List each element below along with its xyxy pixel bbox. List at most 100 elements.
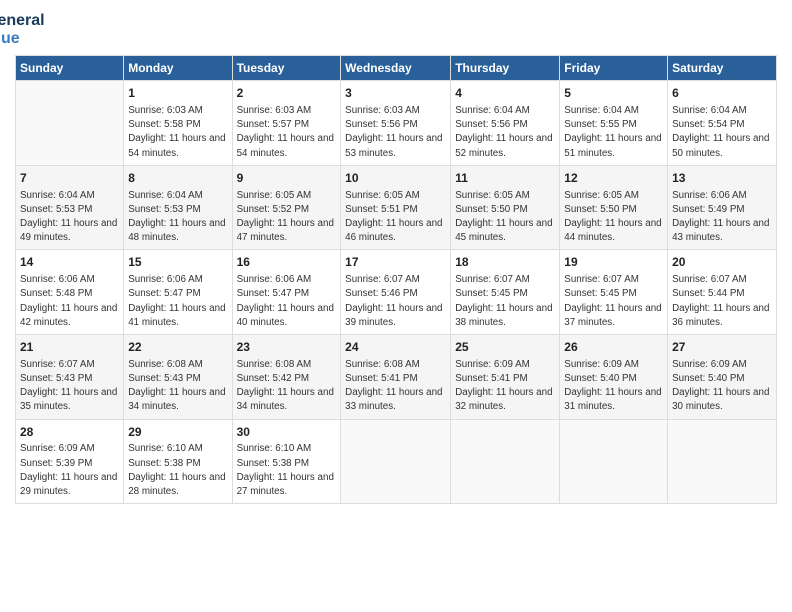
cell-w2-d3: 17 Sunrise: 6:07 AMSunset: 5:46 PMDayligh… [341, 250, 451, 335]
cell-w4-d6 [668, 419, 777, 504]
week-row-2: 14Sunrise: 6:06 AMSunset: 5:48 PMDayligh… [16, 250, 777, 335]
cell-w4-d0: 28Sunrise: 6:09 AMSunset: 5:39 PMDayligh… [16, 419, 124, 504]
day-number: 7 [20, 170, 119, 187]
header-row: SundayMondayTuesdayWednesdayThursdayFrid… [16, 56, 777, 81]
day-number: 8 [128, 170, 227, 187]
day-number: 28 [20, 424, 119, 441]
cell-w3-d0: 21 Sunrise: 6:07 AMSunset: 5:43 PMDayligh… [16, 335, 124, 420]
logo-text-general: General [0, 12, 45, 30]
cell-w1-d3: 10Sunrise: 6:05 AMSunset: 5:51 PMDayligh… [341, 165, 451, 250]
cell-w0-d6: 6 Sunrise: 6:04 AMSunset: 5:54 PMDaylight… [668, 81, 777, 166]
day-number: 13 [672, 170, 772, 187]
day-info: Sunrise: 6:03 AMSunset: 5:58 PMDaylight:… [128, 104, 227, 161]
cell-w2-d0: 14Sunrise: 6:06 AMSunset: 5:48 PMDayligh… [16, 250, 124, 335]
day-info: Sunrise: 6:04 AMSunset: 5:55 PMDaylight:… [564, 104, 663, 161]
col-sunday: Sunday [16, 56, 124, 81]
cell-w2-d6: 20 Sunrise: 6:07 AMSunset: 5:44 PMDayligh… [668, 250, 777, 335]
week-row-1: 7 Sunrise: 6:04 AMSunset: 5:53 PMDaylight… [16, 165, 777, 250]
cell-w0-d2: 2 Sunrise: 6:03 AMSunset: 5:57 PMDaylight… [232, 81, 341, 166]
day-info: Sunrise: 6:09 AMSunset: 5:41 PMDaylight:… [455, 358, 555, 415]
week-row-3: 21 Sunrise: 6:07 AMSunset: 5:43 PMDayligh… [16, 335, 777, 420]
cell-w3-d2: 23Sunrise: 6:08 AMSunset: 5:42 PMDayligh… [232, 335, 341, 420]
day-number: 2 [237, 85, 337, 102]
day-info: Sunrise: 6:03 AMSunset: 5:56 PMDaylight:… [345, 104, 446, 161]
cell-w4-d1: 29Sunrise: 6:10 AMSunset: 5:38 PMDayligh… [124, 419, 232, 504]
day-number: 29 [128, 424, 227, 441]
cell-w1-d6: 13 Sunrise: 6:06 AMSunset: 5:49 PMDayligh… [668, 165, 777, 250]
cell-w4-d5 [560, 419, 668, 504]
col-saturday: Saturday [668, 56, 777, 81]
day-number: 17 [345, 254, 446, 271]
day-info: Sunrise: 6:07 AMSunset: 5:46 PMDaylight:… [345, 273, 446, 330]
cell-w2-d1: 15 Sunrise: 6:06 AMSunset: 5:47 PMDayligh… [124, 250, 232, 335]
cell-w3-d4: 25Sunrise: 6:09 AMSunset: 5:41 PMDayligh… [451, 335, 560, 420]
cell-w0-d4: 4 Sunrise: 6:04 AMSunset: 5:56 PMDaylight… [451, 81, 560, 166]
cell-w3-d5: 26Sunrise: 6:09 AMSunset: 5:40 PMDayligh… [560, 335, 668, 420]
cell-w1-d4: 11Sunrise: 6:05 AMSunset: 5:50 PMDayligh… [451, 165, 560, 250]
cell-w1-d0: 7 Sunrise: 6:04 AMSunset: 5:53 PMDaylight… [16, 165, 124, 250]
day-info: Sunrise: 6:06 AMSunset: 5:47 PMDaylight:… [128, 273, 227, 330]
day-info: Sunrise: 6:07 AMSunset: 5:45 PMDaylight:… [455, 273, 555, 330]
cell-w0-d3: 3 Sunrise: 6:03 AMSunset: 5:56 PMDaylight… [341, 81, 451, 166]
day-number: 5 [564, 85, 663, 102]
cell-w1-d5: 12Sunrise: 6:05 AMSunset: 5:50 PMDayligh… [560, 165, 668, 250]
cell-w0-d5: 5 Sunrise: 6:04 AMSunset: 5:55 PMDaylight… [560, 81, 668, 166]
day-number: 10 [345, 170, 446, 187]
day-number: 19 [564, 254, 663, 271]
day-number: 27 [672, 339, 772, 356]
day-number: 20 [672, 254, 772, 271]
col-thursday: Thursday [451, 56, 560, 81]
day-info: Sunrise: 6:10 AMSunset: 5:38 PMDaylight:… [237, 442, 337, 499]
cell-w3-d6: 27 Sunrise: 6:09 AMSunset: 5:40 PMDayligh… [668, 335, 777, 420]
day-info: Sunrise: 6:04 AMSunset: 5:53 PMDaylight:… [128, 189, 227, 246]
day-info: Sunrise: 6:05 AMSunset: 5:52 PMDaylight:… [237, 189, 337, 246]
day-info: Sunrise: 6:04 AMSunset: 5:53 PMDaylight:… [20, 189, 119, 246]
day-number: 4 [455, 85, 555, 102]
day-number: 22 [128, 339, 227, 356]
day-number: 24 [345, 339, 446, 356]
day-info: Sunrise: 6:09 AMSunset: 5:40 PMDaylight:… [672, 358, 772, 415]
day-number: 16 [237, 254, 337, 271]
col-friday: Friday [560, 56, 668, 81]
day-number: 15 [128, 254, 227, 271]
day-number: 21 [20, 339, 119, 356]
cell-w2-d5: 19Sunrise: 6:07 AMSunset: 5:45 PMDayligh… [560, 250, 668, 335]
cell-w1-d1: 8 Sunrise: 6:04 AMSunset: 5:53 PMDaylight… [124, 165, 232, 250]
day-info: Sunrise: 6:04 AMSunset: 5:54 PMDaylight:… [672, 104, 772, 161]
week-row-4: 28Sunrise: 6:09 AMSunset: 5:39 PMDayligh… [16, 419, 777, 504]
day-number: 9 [237, 170, 337, 187]
day-info: Sunrise: 6:07 AMSunset: 5:43 PMDaylight:… [20, 358, 119, 415]
day-info: Sunrise: 6:08 AMSunset: 5:42 PMDaylight:… [237, 358, 337, 415]
day-info: Sunrise: 6:10 AMSunset: 5:38 PMDaylight:… [128, 442, 227, 499]
week-row-0: 1Sunrise: 6:03 AMSunset: 5:58 PMDaylight… [16, 81, 777, 166]
day-number: 3 [345, 85, 446, 102]
day-number: 14 [20, 254, 119, 271]
cell-w2-d4: 18 Sunrise: 6:07 AMSunset: 5:45 PMDayligh… [451, 250, 560, 335]
calendar-table: SundayMondayTuesdayWednesdayThursdayFrid… [15, 55, 777, 504]
cell-w0-d1: 1Sunrise: 6:03 AMSunset: 5:58 PMDaylight… [124, 81, 232, 166]
day-info: Sunrise: 6:03 AMSunset: 5:57 PMDaylight:… [237, 104, 337, 161]
day-number: 12 [564, 170, 663, 187]
cell-w1-d2: 9 Sunrise: 6:05 AMSunset: 5:52 PMDaylight… [232, 165, 341, 250]
col-monday: Monday [124, 56, 232, 81]
col-wednesday: Wednesday [341, 56, 451, 81]
cell-w0-d0 [16, 81, 124, 166]
day-info: Sunrise: 6:09 AMSunset: 5:40 PMDaylight:… [564, 358, 663, 415]
day-info: Sunrise: 6:07 AMSunset: 5:44 PMDaylight:… [672, 273, 772, 330]
cell-w2-d2: 16 Sunrise: 6:06 AMSunset: 5:47 PMDayligh… [232, 250, 341, 335]
day-number: 18 [455, 254, 555, 271]
logo: General Blue General Blue [15, 10, 45, 47]
cell-w3-d3: 24 Sunrise: 6:08 AMSunset: 5:41 PMDayligh… [341, 335, 451, 420]
day-info: Sunrise: 6:06 AMSunset: 5:49 PMDaylight:… [672, 189, 772, 246]
logo-text-blue: Blue [0, 30, 45, 48]
day-info: Sunrise: 6:09 AMSunset: 5:39 PMDaylight:… [20, 442, 119, 499]
day-number: 6 [672, 85, 772, 102]
day-number: 30 [237, 424, 337, 441]
header: General Blue General Blue [15, 10, 777, 47]
day-info: Sunrise: 6:06 AMSunset: 5:47 PMDaylight:… [237, 273, 337, 330]
day-info: Sunrise: 6:04 AMSunset: 5:56 PMDaylight:… [455, 104, 555, 161]
day-info: Sunrise: 6:08 AMSunset: 5:41 PMDaylight:… [345, 358, 446, 415]
day-number: 11 [455, 170, 555, 187]
day-info: Sunrise: 6:08 AMSunset: 5:43 PMDaylight:… [128, 358, 227, 415]
cell-w4-d3 [341, 419, 451, 504]
